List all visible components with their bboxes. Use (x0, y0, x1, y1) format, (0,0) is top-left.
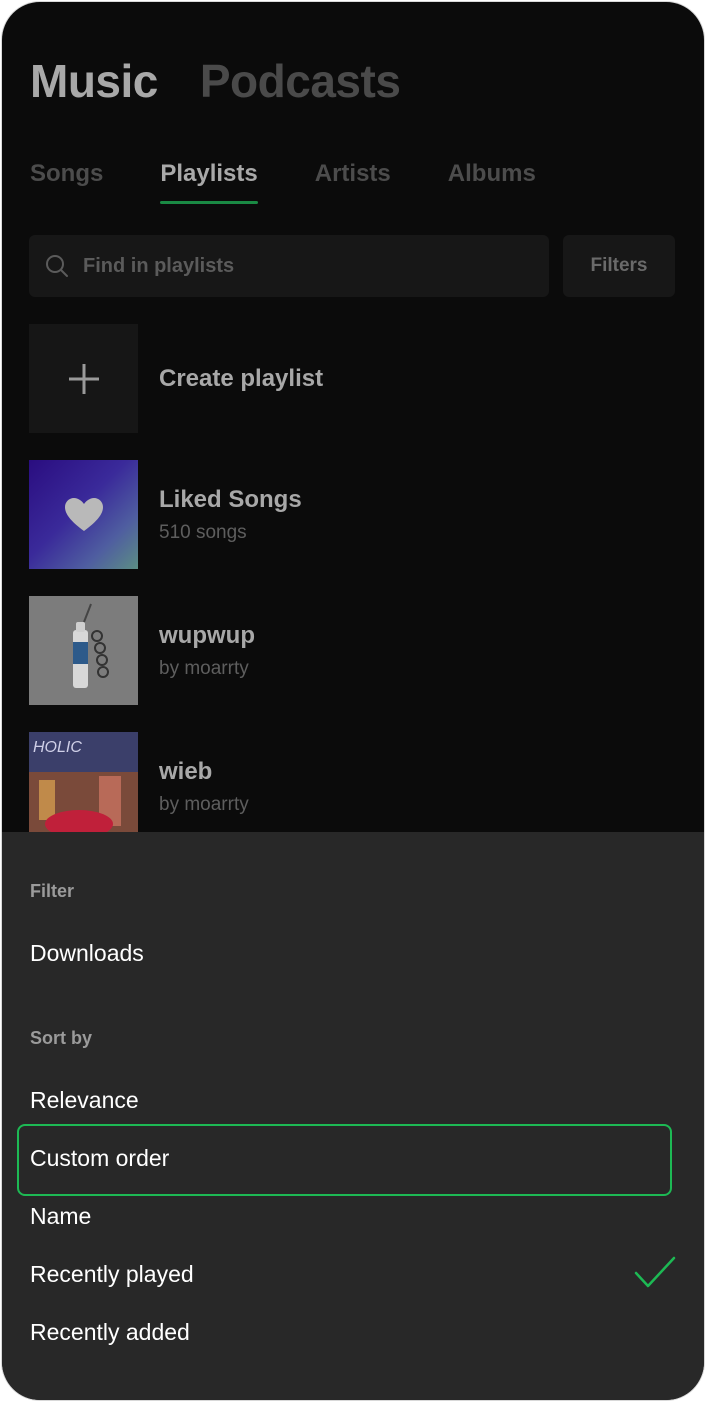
filter-downloads[interactable]: Downloads (30, 940, 144, 967)
checkmark-icon (634, 1256, 676, 1288)
sort-custom-order[interactable]: Custom order (30, 1145, 169, 1172)
search-placeholder: Find in playlists (83, 254, 235, 277)
sort-recently-played[interactable]: Recently played (30, 1261, 194, 1288)
music-title[interactable]: Music (30, 54, 158, 108)
filters-button[interactable]: Filters (563, 235, 675, 297)
cover-text: HOLIC (33, 739, 82, 756)
phone-screen: Music Podcasts Songs Playlists Artists A… (2, 2, 704, 1400)
sort-section-label: Sort by (30, 1028, 93, 1048)
library-header: Music Podcasts (30, 54, 401, 108)
list-item-liked-songs[interactable]: Liked Songs 510 songs (29, 460, 302, 569)
playlist-subtitle: 510 songs (159, 521, 247, 543)
sort-recently-added[interactable]: Recently added (30, 1319, 190, 1346)
lipbalm-keychain-image (29, 596, 138, 705)
filter-section-label: Filter (30, 881, 75, 901)
sort-relevance[interactable]: Relevance (30, 1087, 139, 1114)
search-icon (46, 255, 68, 277)
tab-albums[interactable]: Albums (448, 160, 536, 202)
holic-album-art: HOLIC (29, 732, 138, 841)
library-tabs: Songs Playlists Artists Albums (30, 160, 593, 204)
heart-icon (64, 497, 103, 531)
tab-songs[interactable]: Songs (30, 160, 103, 202)
wieb-cover: HOLIC (29, 732, 138, 841)
sort-name[interactable]: Name (30, 1203, 91, 1230)
playlist-subtitle: by moarrty (159, 657, 249, 679)
playlist-name: wieb (159, 757, 213, 785)
create-playlist-tile (29, 324, 138, 433)
tab-playlists[interactable]: Playlists (160, 160, 259, 204)
playlist-name: Liked Songs (159, 485, 302, 513)
plus-icon (68, 363, 99, 394)
playlist-subtitle: by moarrty (159, 793, 249, 815)
liked-songs-cover (29, 460, 138, 569)
wupwup-cover (29, 596, 138, 705)
tab-artists[interactable]: Artists (315, 160, 391, 202)
filter-sort-sheet: Filter Downloads Sort by Relevance Custo… (2, 832, 704, 1400)
search-input[interactable]: Find in playlists (29, 235, 549, 297)
list-item-wupwup[interactable]: wupwup by moarrty (29, 596, 255, 705)
playlist-name: wupwup (159, 621, 255, 649)
podcasts-title[interactable]: Podcasts (200, 54, 401, 108)
list-item-create-playlist[interactable]: Create playlist (29, 324, 323, 433)
playlist-name: Create playlist (159, 364, 324, 392)
list-item-wieb[interactable]: HOLIC wieb by moarrty (29, 732, 249, 841)
